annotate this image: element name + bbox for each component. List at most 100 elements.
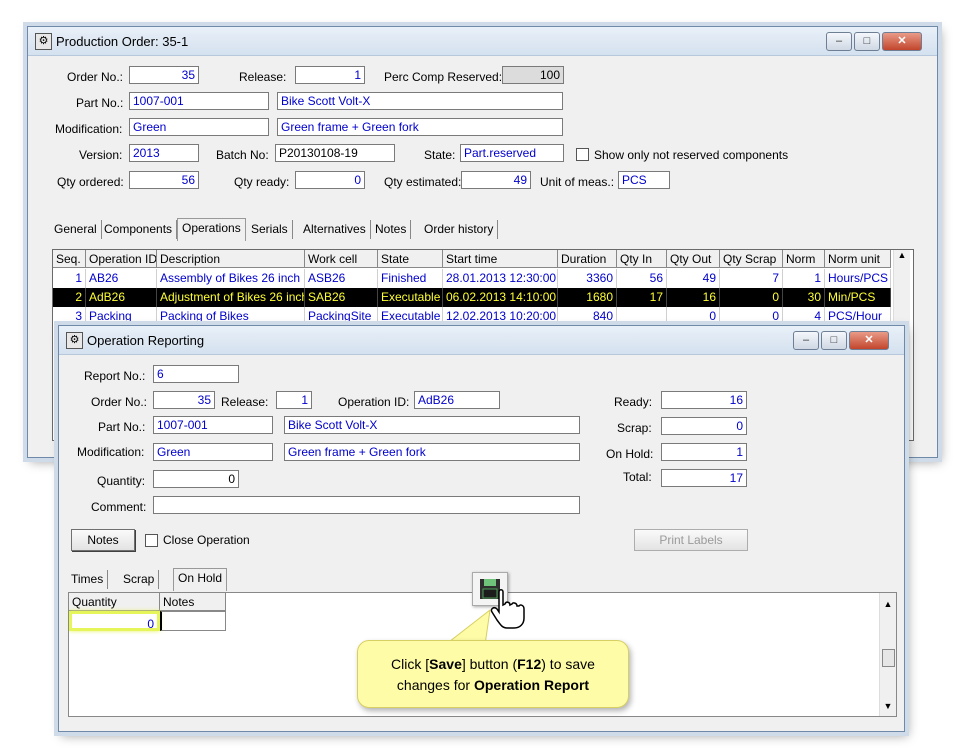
tab-operations[interactable]: Operations <box>177 218 246 241</box>
col-header-operation-id[interactable]: Operation ID <box>86 250 157 268</box>
comment-label: Comment: <box>91 500 147 514</box>
minimize-button[interactable]: – <box>826 32 852 51</box>
cell-description: Assembly of Bikes 26 inch <box>157 269 305 288</box>
cell-operation-id: AdB26 <box>86 288 157 307</box>
qty-estimated-field[interactable]: 49 <box>461 171 531 189</box>
col-header-state[interactable]: State <box>378 250 443 268</box>
close-operation-checkbox[interactable] <box>145 534 158 547</box>
minimize-button[interactable]: – <box>793 331 819 350</box>
cell-operation-id: Packing <box>86 307 157 326</box>
tab-components[interactable]: Components <box>100 220 178 239</box>
report-no-label: Report No.: <box>84 369 146 383</box>
close-operation-label: Close Operation <box>163 533 250 547</box>
tab-on-hold[interactable]: On Hold <box>173 568 228 591</box>
part-no-label: Part No.: <box>76 96 124 110</box>
part-description-field[interactable]: Bike Scott Volt-X <box>277 92 563 110</box>
modification-description-field[interactable]: Green frame + Green fork <box>277 118 563 136</box>
report-no-field[interactable]: 6 <box>153 365 239 383</box>
col-header-qty-scrap[interactable]: Qty Scrap <box>720 250 783 268</box>
ready-label: Ready: <box>614 395 653 409</box>
cell-qty-in <box>617 307 667 326</box>
cell-start-time: 06.02.2013 14:10:00 <box>443 288 558 307</box>
cell-quantity[interactable]: 0 <box>69 611 160 631</box>
operation-id-field[interactable]: AdB26 <box>414 391 500 409</box>
modification-field[interactable]: Green <box>153 443 273 461</box>
tab-general[interactable]: General <box>50 220 102 239</box>
maximize-button[interactable]: □ <box>821 331 847 350</box>
cell-qty-scrap: 0 <box>720 288 783 307</box>
quantity-field[interactable]: 0 <box>153 470 239 488</box>
col-header-quantity[interactable]: Quantity <box>69 593 160 611</box>
part-no-field[interactable]: 1007-001 <box>153 416 273 434</box>
order-no-field[interactable]: 35 <box>153 391 215 409</box>
cell-start-time: 28.01.2013 12:30:00 <box>443 269 558 288</box>
tab-notes[interactable]: Notes <box>371 220 412 239</box>
tab-scrap[interactable]: Scrap <box>119 570 160 589</box>
scroll-up-arrow-icon[interactable]: ▲ <box>880 599 896 609</box>
cell-norm: 30 <box>783 288 825 307</box>
modification-label: Modification: <box>77 445 145 459</box>
app-icon: ⚙ <box>66 332 83 349</box>
state-field[interactable]: Part.reserved <box>460 144 564 162</box>
order-no-field[interactable]: 35 <box>129 66 199 84</box>
scroll-down-arrow-icon[interactable]: ▼ <box>880 701 896 711</box>
comment-field[interactable] <box>153 496 580 514</box>
col-header-description[interactable]: Description <box>157 250 305 268</box>
callout-pointer <box>444 608 491 645</box>
cell-norm-unit: PCS/Hour <box>825 307 891 326</box>
cell-operation-id: AB26 <box>86 269 157 288</box>
cell-notes[interactable] <box>160 611 226 631</box>
version-field[interactable]: 2013 <box>129 144 199 162</box>
total-field[interactable]: 17 <box>661 469 747 487</box>
on-hold-label: On Hold: <box>606 447 654 461</box>
tab-serials[interactable]: Serials <box>247 220 293 239</box>
qty-ready-field[interactable]: 0 <box>295 171 365 189</box>
close-button[interactable]: ✕ <box>882 32 922 51</box>
tab-alternatives[interactable]: Alternatives <box>299 220 371 239</box>
maximize-button[interactable]: □ <box>854 32 880 51</box>
operation-id-label: Operation ID: <box>338 395 410 409</box>
tab-times[interactable]: Times <box>67 570 109 589</box>
cell-state: Executable <box>378 307 443 326</box>
release-field[interactable]: 1 <box>295 66 365 84</box>
col-header-seq[interactable]: Seq. <box>53 250 86 268</box>
state-label: State: <box>424 148 456 162</box>
total-label: Total: <box>623 470 652 484</box>
modification-field[interactable]: Green <box>129 118 269 136</box>
part-no-field[interactable]: 1007-001 <box>129 92 269 110</box>
col-header-start-time[interactable]: Start time <box>443 250 558 268</box>
on-hold-grid-scrollbar[interactable]: ▲ ▼ <box>879 593 896 716</box>
col-header-qty-in[interactable]: Qty In <box>617 250 667 268</box>
modification-description-field[interactable]: Green frame + Green fork <box>284 443 580 461</box>
col-header-norm[interactable]: Norm <box>783 250 825 268</box>
col-header-notes[interactable]: Notes <box>160 593 226 611</box>
release-label: Release: <box>239 70 287 84</box>
scrap-label: Scrap: <box>617 421 652 435</box>
notes-button[interactable]: Notes <box>71 529 135 551</box>
print-labels-button[interactable]: Print Labels <box>634 529 748 551</box>
part-description-field[interactable]: Bike Scott Volt-X <box>284 416 580 434</box>
tab-order-history[interactable]: Order history <box>420 220 499 239</box>
unit-of-measure-field[interactable]: PCS <box>618 171 670 189</box>
ready-field[interactable]: 16 <box>661 391 747 409</box>
order-no-label: Order No.: <box>67 70 124 84</box>
scroll-thumb[interactable] <box>882 649 895 667</box>
cell-work-cell: PackingSite <box>305 307 378 326</box>
show-only-not-reserved-checkbox[interactable] <box>576 148 589 161</box>
perc-comp-field: 100 <box>502 66 564 84</box>
col-header-duration[interactable]: Duration <box>558 250 617 268</box>
production-order-titlebar[interactable]: ⚙ Production Order: 35-1 – □ ✕ <box>28 27 937 56</box>
qty-ordered-field[interactable]: 56 <box>129 171 199 189</box>
callout-line-2: changes for Operation Report <box>396 677 590 693</box>
on-hold-field[interactable]: 1 <box>661 443 747 461</box>
cell-norm: 4 <box>783 307 825 326</box>
release-field[interactable]: 1 <box>276 391 312 409</box>
operation-reporting-titlebar[interactable]: ⚙ Operation Reporting – □ ✕ <box>59 326 904 355</box>
col-header-norm-unit[interactable]: Norm unit <box>825 250 891 268</box>
close-button[interactable]: ✕ <box>849 331 889 350</box>
col-header-work-cell[interactable]: Work cell <box>305 250 378 268</box>
col-header-qty-out[interactable]: Qty Out <box>667 250 720 268</box>
scrap-field[interactable]: 0 <box>661 417 747 435</box>
batch-no-field[interactable]: P20130108-19 <box>275 144 395 162</box>
cell-description: Adjustment of Bikes 26 inch <box>157 288 305 307</box>
